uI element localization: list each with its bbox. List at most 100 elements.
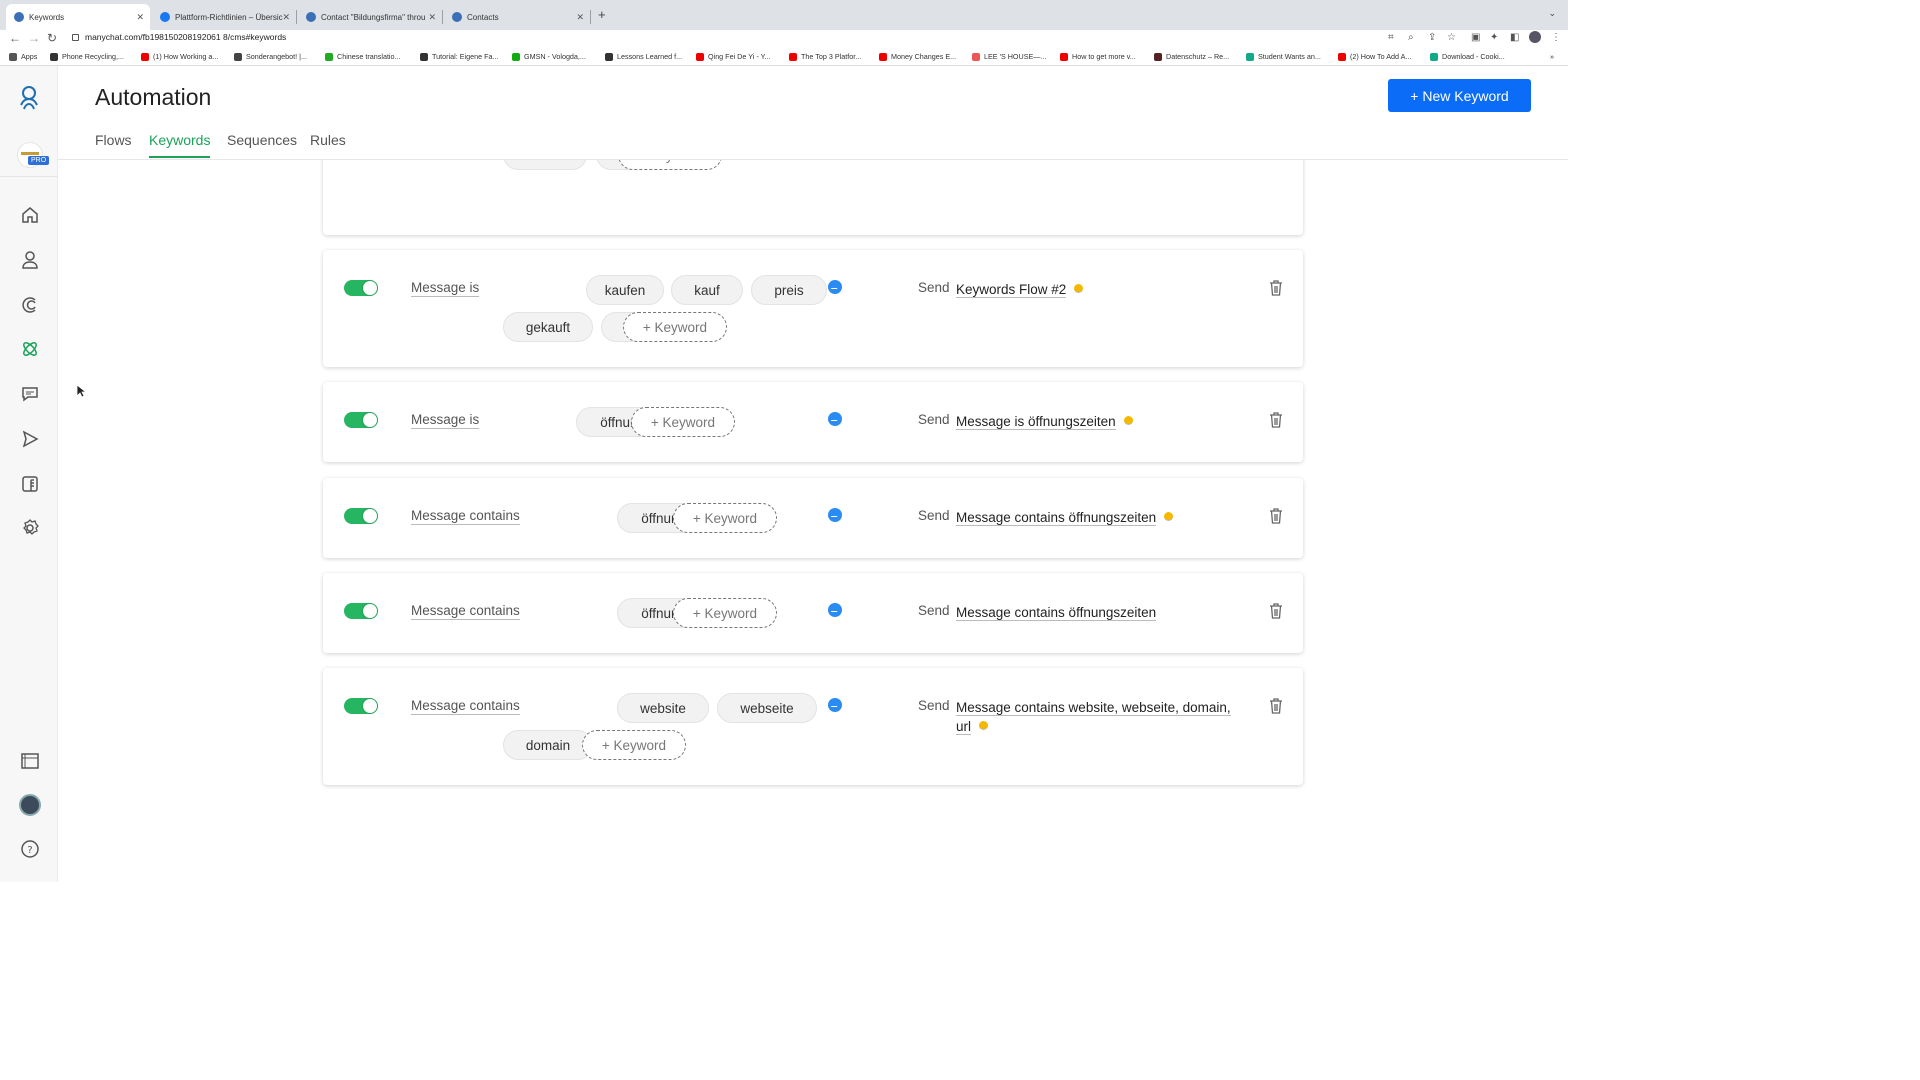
settings-icon[interactable] bbox=[19, 517, 41, 539]
keyword-chip[interactable]: website bbox=[617, 693, 709, 723]
keyword-chip[interactable]: kauf bbox=[671, 275, 743, 305]
forward-arrow-icon[interactable]: → bbox=[28, 31, 40, 45]
bookmark-item[interactable]: Money Changes E... bbox=[879, 52, 956, 61]
tab-rules[interactable]: Rules bbox=[310, 132, 346, 156]
reply-flow-name[interactable]: Message is öffnungszeiten bbox=[956, 414, 1116, 430]
puzzle-icon[interactable]: ✦ bbox=[1490, 32, 1498, 43]
manychat-logo-icon[interactable] bbox=[15, 83, 43, 111]
trash-icon[interactable] bbox=[1269, 603, 1283, 619]
tab-search-chevron-icon[interactable]: ⌄ bbox=[1548, 8, 1556, 19]
profile-icon[interactable] bbox=[1529, 31, 1541, 43]
back-arrow-icon[interactable]: ← bbox=[9, 31, 21, 45]
keyword-chip[interactable]: webseite bbox=[717, 693, 817, 723]
add-keyword-button[interactable]: + Keyword bbox=[582, 730, 686, 760]
add-keyword-button[interactable]: + Keyword bbox=[631, 407, 735, 437]
trash-icon[interactable] bbox=[1269, 698, 1283, 714]
templates-icon[interactable] bbox=[19, 750, 41, 772]
add-keyword-button[interactable]: + Keyword bbox=[673, 503, 777, 533]
bookmark-item[interactable]: How to get more v... bbox=[1060, 52, 1136, 61]
growth-tools-icon[interactable] bbox=[19, 294, 41, 316]
new-tab-button[interactable]: + bbox=[598, 7, 606, 22]
url-field[interactable]: manychat.com/fb198150208192061 8/cms#key… bbox=[72, 32, 286, 42]
facebook-ads-icon[interactable] bbox=[19, 473, 41, 495]
add-keyword-button[interactable]: + Keyword bbox=[618, 160, 722, 170]
extension-icon[interactable]: ▣ bbox=[1471, 32, 1480, 43]
rule-enabled-toggle[interactable] bbox=[344, 508, 378, 524]
close-icon[interactable]: ✕ bbox=[282, 12, 290, 23]
user-icon[interactable] bbox=[19, 249, 41, 271]
reply-flow-name[interactable]: Keywords Flow #2 bbox=[956, 282, 1067, 298]
sidepanel-icon[interactable]: ◧ bbox=[1510, 32, 1519, 43]
keyword-chip[interactable]: hallöle bbox=[503, 160, 587, 170]
help-icon[interactable]: ? bbox=[19, 838, 41, 860]
reply-flow-link[interactable]: Message contains öffnungszeiten bbox=[956, 603, 1246, 622]
bookmark-item[interactable]: Tutorial: Eigene Fa... bbox=[420, 52, 498, 61]
bookmark-label: Qing Fei De Yi - Y... bbox=[708, 52, 771, 61]
zoom-icon[interactable]: ⌕ bbox=[1408, 32, 1414, 43]
close-icon[interactable]: ✕ bbox=[428, 12, 436, 23]
bookmark-item[interactable]: LEE 'S HOUSE—... bbox=[972, 52, 1046, 61]
home-icon[interactable] bbox=[19, 204, 41, 226]
condition-dropdown[interactable]: Message contains bbox=[411, 603, 520, 620]
live-chat-icon[interactable] bbox=[19, 383, 41, 405]
bookmark-item[interactable]: Apps bbox=[9, 52, 37, 61]
bookmark-item[interactable]: (1) How Working a... bbox=[141, 52, 218, 61]
close-icon[interactable]: ✕ bbox=[136, 12, 144, 23]
trash-icon[interactable] bbox=[1269, 412, 1283, 428]
condition-dropdown[interactable]: Message contains bbox=[411, 698, 520, 715]
tab-flows[interactable]: Flows bbox=[95, 132, 132, 156]
rule-enabled-toggle[interactable] bbox=[344, 280, 378, 296]
add-keyword-button[interactable]: + Keyword bbox=[673, 598, 777, 628]
trash-icon[interactable] bbox=[1269, 508, 1283, 524]
bookmark-item[interactable]: Sonderangebot! |... bbox=[234, 52, 307, 61]
keyword-chip[interactable]: preis bbox=[751, 275, 827, 305]
broadcast-icon[interactable] bbox=[19, 428, 41, 450]
close-icon[interactable]: ✕ bbox=[576, 12, 584, 23]
rule-enabled-toggle[interactable] bbox=[344, 698, 378, 714]
new-keyword-button[interactable]: + New Keyword bbox=[1388, 79, 1531, 112]
bookmark-item[interactable]: Qing Fei De Yi - Y... bbox=[696, 52, 770, 61]
trash-icon[interactable] bbox=[1269, 280, 1283, 296]
reply-flow-name[interactable]: Message contains öffnungszeiten bbox=[956, 605, 1157, 621]
rule-enabled-toggle[interactable] bbox=[344, 603, 378, 619]
condition-dropdown[interactable]: Message is bbox=[411, 280, 480, 297]
reply-flow-name[interactable]: Message contains öffnungszeiten bbox=[956, 510, 1157, 526]
reply-flow-link[interactable]: Message contains website, webseite, doma… bbox=[956, 698, 1246, 736]
tab-keywords[interactable]: Keywords bbox=[149, 132, 211, 158]
page-title: Automation bbox=[95, 84, 212, 110]
bookmark-item[interactable]: The Top 3 Platfor... bbox=[789, 52, 861, 61]
rule-enabled-toggle[interactable] bbox=[344, 412, 378, 428]
add-keyword-button[interactable]: + Keyword bbox=[623, 312, 727, 342]
reload-icon[interactable]: ↻ bbox=[47, 31, 57, 45]
bookmarks-overflow-icon[interactable]: » bbox=[1550, 52, 1554, 61]
translate-icon[interactable]: ⌗ bbox=[1388, 32, 1394, 43]
keyword-chip[interactable]: gekauft bbox=[503, 312, 593, 342]
bookmark-item[interactable]: GMSN - Vologda,... bbox=[512, 52, 586, 61]
bookmark-item[interactable]: (2) How To Add A... bbox=[1338, 52, 1411, 61]
browser-tab-contacts[interactable]: Contacts ✕ bbox=[444, 4, 591, 30]
bookmark-star-icon[interactable]: ☆ bbox=[1447, 32, 1456, 43]
reply-flow-name[interactable]: Message contains website, webseite, doma… bbox=[956, 700, 1231, 735]
reply-flow-link[interactable]: Keywords Flow #2 bbox=[956, 280, 1246, 299]
bookmark-item[interactable]: Phone Recycling,... bbox=[50, 52, 124, 61]
bookmark-item[interactable]: Download - Cooki... bbox=[1430, 52, 1505, 61]
tab-sequences[interactable]: Sequences bbox=[227, 132, 297, 156]
condition-dropdown[interactable]: Message is bbox=[411, 412, 480, 429]
browser-tab-contact[interactable]: Contact "Bildungsfirma" throu ✕ bbox=[298, 4, 443, 30]
keyword-chip[interactable]: domain bbox=[503, 730, 593, 760]
kebab-menu-icon[interactable]: ⋮ bbox=[1551, 32, 1561, 43]
condition-dropdown[interactable]: Message contains bbox=[411, 508, 520, 525]
browser-tab-keywords[interactable]: Keywords ✕ bbox=[6, 4, 150, 30]
profile-avatar[interactable] bbox=[19, 794, 41, 816]
bookmark-item[interactable]: Student Wants an... bbox=[1246, 52, 1321, 61]
browser-chrome: Keywords ✕ Plattform-Richtlinien – Übers… bbox=[0, 0, 1568, 66]
automation-icon[interactable] bbox=[19, 338, 41, 360]
keyword-chip[interactable]: kaufen bbox=[586, 275, 664, 305]
bookmark-item[interactable]: Lessons Learned f... bbox=[605, 52, 682, 61]
share-icon[interactable]: ⇪ bbox=[1428, 32, 1436, 43]
reply-flow-link[interactable]: Message is öffnungszeiten bbox=[956, 412, 1246, 431]
reply-flow-link[interactable]: Message contains öffnungszeiten bbox=[956, 508, 1246, 527]
bookmark-item[interactable]: Chinese translatio... bbox=[325, 52, 401, 61]
bookmark-item[interactable]: Datenschutz – Re... bbox=[1154, 52, 1229, 61]
browser-tab-platform[interactable]: Plattform-Richtlinien – Übersic ✕ bbox=[152, 4, 297, 30]
